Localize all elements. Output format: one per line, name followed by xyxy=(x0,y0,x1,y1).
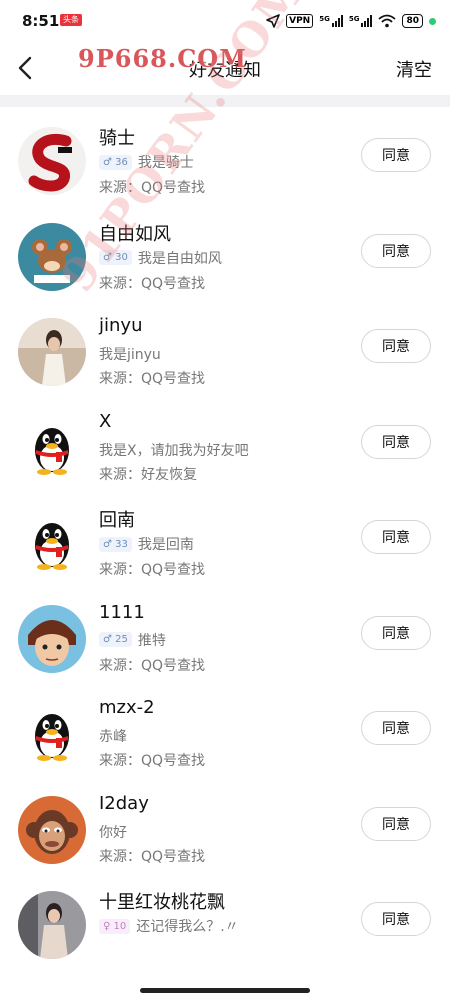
wifi-icon xyxy=(378,14,397,28)
request-name: I2day xyxy=(99,792,149,814)
request-source: 来源：QQ号查找 xyxy=(99,371,206,387)
location-arrow-icon xyxy=(266,14,280,28)
request-name: 十里红妆桃花飘 xyxy=(99,892,225,913)
request-message: 我是X，请加我为好友吧 xyxy=(99,442,249,459)
age-badge: ♂ 30 xyxy=(99,250,132,265)
avatar xyxy=(18,222,86,291)
avatar xyxy=(18,318,86,386)
status-icons: VPN 5G 5G 80 xyxy=(266,12,436,30)
home-indicator[interactable] xyxy=(140,988,310,993)
age-badge: ♂ 33 xyxy=(99,536,132,552)
battery-icon: 80 xyxy=(402,14,423,28)
list-item[interactable]: 自由如风 ♂ 30 我是自由如风 来源：QQ号查找 同意 xyxy=(0,203,450,299)
request-name: 骑士 xyxy=(99,128,135,149)
agree-button[interactable]: 同意 xyxy=(361,329,431,363)
status-bar: 8:51 头条 VPN 5G 5G 80 xyxy=(0,0,450,42)
penguin-icon xyxy=(18,413,86,482)
request-name: X xyxy=(99,410,112,432)
list-item[interactable]: mzx-2 赤峰 来源：QQ号查找 同意 xyxy=(0,680,450,776)
request-name: 自由如风 xyxy=(99,223,171,245)
request-message: 推特 xyxy=(137,632,166,649)
agree-button[interactable]: 同意 xyxy=(361,233,431,268)
penguin-icon xyxy=(18,700,86,768)
request-source: 来源：QQ号查找 xyxy=(99,180,206,196)
avatar xyxy=(18,509,86,577)
avatar xyxy=(18,604,86,673)
avatar xyxy=(18,891,86,959)
age-badge: ♂ 25 xyxy=(99,632,132,647)
request-message: 你好 xyxy=(99,824,127,841)
request-source: 来源：QQ号查找 xyxy=(99,848,206,865)
agree-button[interactable]: 同意 xyxy=(361,902,431,936)
request-source: 来源：QQ号查找 xyxy=(99,275,206,292)
friend-request-list: 骑士 ♂ 36 我是骑士 来源：QQ号查找 同意 自由如风 ♂ 30 我是自由如… xyxy=(0,107,450,967)
request-source: 来源：QQ号查找 xyxy=(99,657,206,674)
request-message: 赤峰 xyxy=(99,729,127,745)
request-name: 1111 xyxy=(99,601,145,623)
request-message: 我是jinyu xyxy=(99,347,161,363)
request-message: 我是回南 xyxy=(137,537,194,553)
signal-1-icon: 5G xyxy=(319,15,343,27)
watermark-top: 9P668.COM xyxy=(78,44,247,73)
request-message: 还记得我么？.〃 xyxy=(136,919,239,935)
status-dot xyxy=(429,17,436,25)
avatar xyxy=(18,700,86,768)
agree-button[interactable]: 同意 xyxy=(361,806,431,841)
list-item[interactable]: 1111 ♂ 25 推特 来源：QQ号查找 同意 xyxy=(0,585,450,681)
agree-button[interactable]: 同意 xyxy=(361,138,431,172)
list-item[interactable]: 骑士 ♂ 36 我是骑士 来源：QQ号查找 同意 xyxy=(0,107,450,203)
agree-button[interactable]: 同意 xyxy=(361,520,431,554)
agree-button[interactable]: 同意 xyxy=(361,711,431,745)
agree-button[interactable]: 同意 xyxy=(361,424,431,459)
penguin-icon xyxy=(18,509,86,577)
section-divider xyxy=(0,95,450,107)
list-item[interactable]: I2day 你好 来源：QQ号查找 同意 xyxy=(0,776,450,872)
avatar xyxy=(18,127,86,195)
request-source: 来源：好友恢复 xyxy=(99,466,197,483)
list-item[interactable]: 回南 ♂ 33 我是回南 来源：QQ号查找 同意 xyxy=(0,489,450,585)
list-item[interactable]: 十里红妆桃花飘 ♀ 10 还记得我么？.〃 同意 xyxy=(0,871,450,967)
status-time: 8:51 xyxy=(22,12,60,30)
request-message: 我是自由如风 xyxy=(137,250,222,267)
list-item[interactable]: jinyu 我是jinyu 来源：QQ号查找 同意 xyxy=(0,298,450,394)
status-notification-badge: 头条 xyxy=(60,14,82,26)
vpn-icon: VPN xyxy=(286,14,314,28)
request-message: 我是骑士 xyxy=(137,155,194,171)
clear-button[interactable]: 清空 xyxy=(396,56,432,82)
list-item[interactable]: X 我是X，请加我为好友吧 来源：好友恢复 同意 xyxy=(0,394,450,490)
agree-button[interactable]: 同意 xyxy=(361,615,431,650)
age-badge: ♂ 36 xyxy=(99,154,132,170)
age-badge: ♀ 10 xyxy=(99,918,131,934)
request-name: 回南 xyxy=(99,510,135,531)
request-name: jinyu xyxy=(99,315,143,336)
avatar xyxy=(18,413,86,482)
request-source: 来源：QQ号查找 xyxy=(99,753,206,769)
avatar xyxy=(18,795,86,864)
request-source: 来源：QQ号查找 xyxy=(99,562,206,578)
signal-2-icon: 5G xyxy=(349,15,373,27)
request-name: mzx-2 xyxy=(99,697,155,718)
